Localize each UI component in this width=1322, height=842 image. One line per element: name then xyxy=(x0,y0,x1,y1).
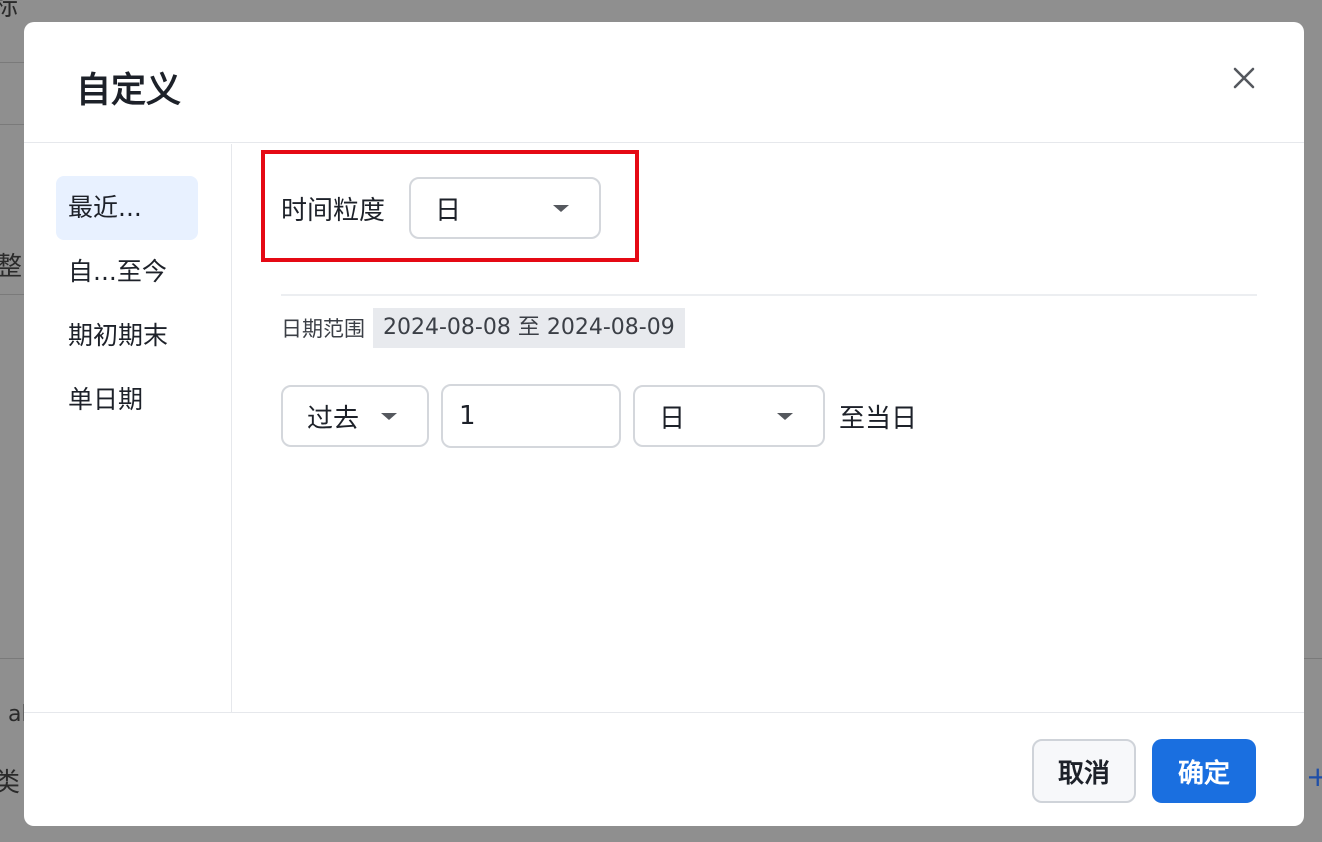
caret-down-icon xyxy=(777,413,793,420)
sidebar-item-single-date[interactable]: 单日期 xyxy=(56,368,198,432)
count-input[interactable] xyxy=(441,384,621,448)
mode-sidebar: 最近... 自...至今 期初期末 单日期 xyxy=(24,144,232,712)
bg-text-fragment: 标 xyxy=(0,0,19,22)
caret-down-icon xyxy=(381,413,397,420)
bg-divider xyxy=(0,294,24,295)
modal-content: 时间粒度 日 日期范围 2024-08-08 至 2024-08-09 过去 日… xyxy=(233,144,1304,712)
bg-text-fragment: 整 xyxy=(0,252,23,282)
date-range-value: 2024-08-08 至 2024-08-09 xyxy=(373,308,685,348)
date-range-label: 日期范围 xyxy=(281,317,365,341)
bg-divider xyxy=(0,62,24,63)
modal-title: 自定义 xyxy=(76,71,182,111)
bg-plus-icon: + xyxy=(1306,760,1322,793)
granularity-row: 时间粒度 日 xyxy=(281,176,602,240)
confirm-button[interactable]: 确定 xyxy=(1152,739,1256,803)
direction-value: 过去 xyxy=(307,403,360,434)
custom-date-modal: 自定义 最近... 自...至今 期初期末 单日期 时间粒度 日 日期范围 20… xyxy=(24,22,1304,826)
granularity-label: 时间粒度 xyxy=(281,195,386,226)
bg-divider xyxy=(0,124,24,125)
granularity-select[interactable]: 日 xyxy=(409,177,602,239)
modal-header: 自定义 xyxy=(24,22,1304,143)
caret-down-icon xyxy=(553,205,570,212)
modal-footer: 取消 确定 xyxy=(24,712,1304,826)
section-divider xyxy=(281,294,1257,296)
date-range-row: 日期范围 2024-08-08 至 2024-08-09 xyxy=(281,308,685,348)
sidebar-item-recent[interactable]: 最近... xyxy=(56,176,198,240)
rule-suffix: 至当日 xyxy=(839,403,918,434)
cancel-button[interactable]: 取消 xyxy=(1032,739,1136,803)
relative-rule-row: 过去 日 至当日 xyxy=(281,384,917,448)
bg-text-fragment: 类 xyxy=(0,768,21,798)
granularity-value: 日 xyxy=(435,195,462,226)
unit-select[interactable]: 日 xyxy=(633,385,825,447)
close-button[interactable] xyxy=(1228,62,1260,94)
sidebar-item-since-to-now[interactable]: 自...至今 xyxy=(56,240,198,304)
close-icon xyxy=(1233,67,1255,89)
unit-value: 日 xyxy=(659,403,686,434)
sidebar-item-period-start-end[interactable]: 期初期末 xyxy=(56,304,198,368)
direction-select[interactable]: 过去 xyxy=(281,385,429,447)
